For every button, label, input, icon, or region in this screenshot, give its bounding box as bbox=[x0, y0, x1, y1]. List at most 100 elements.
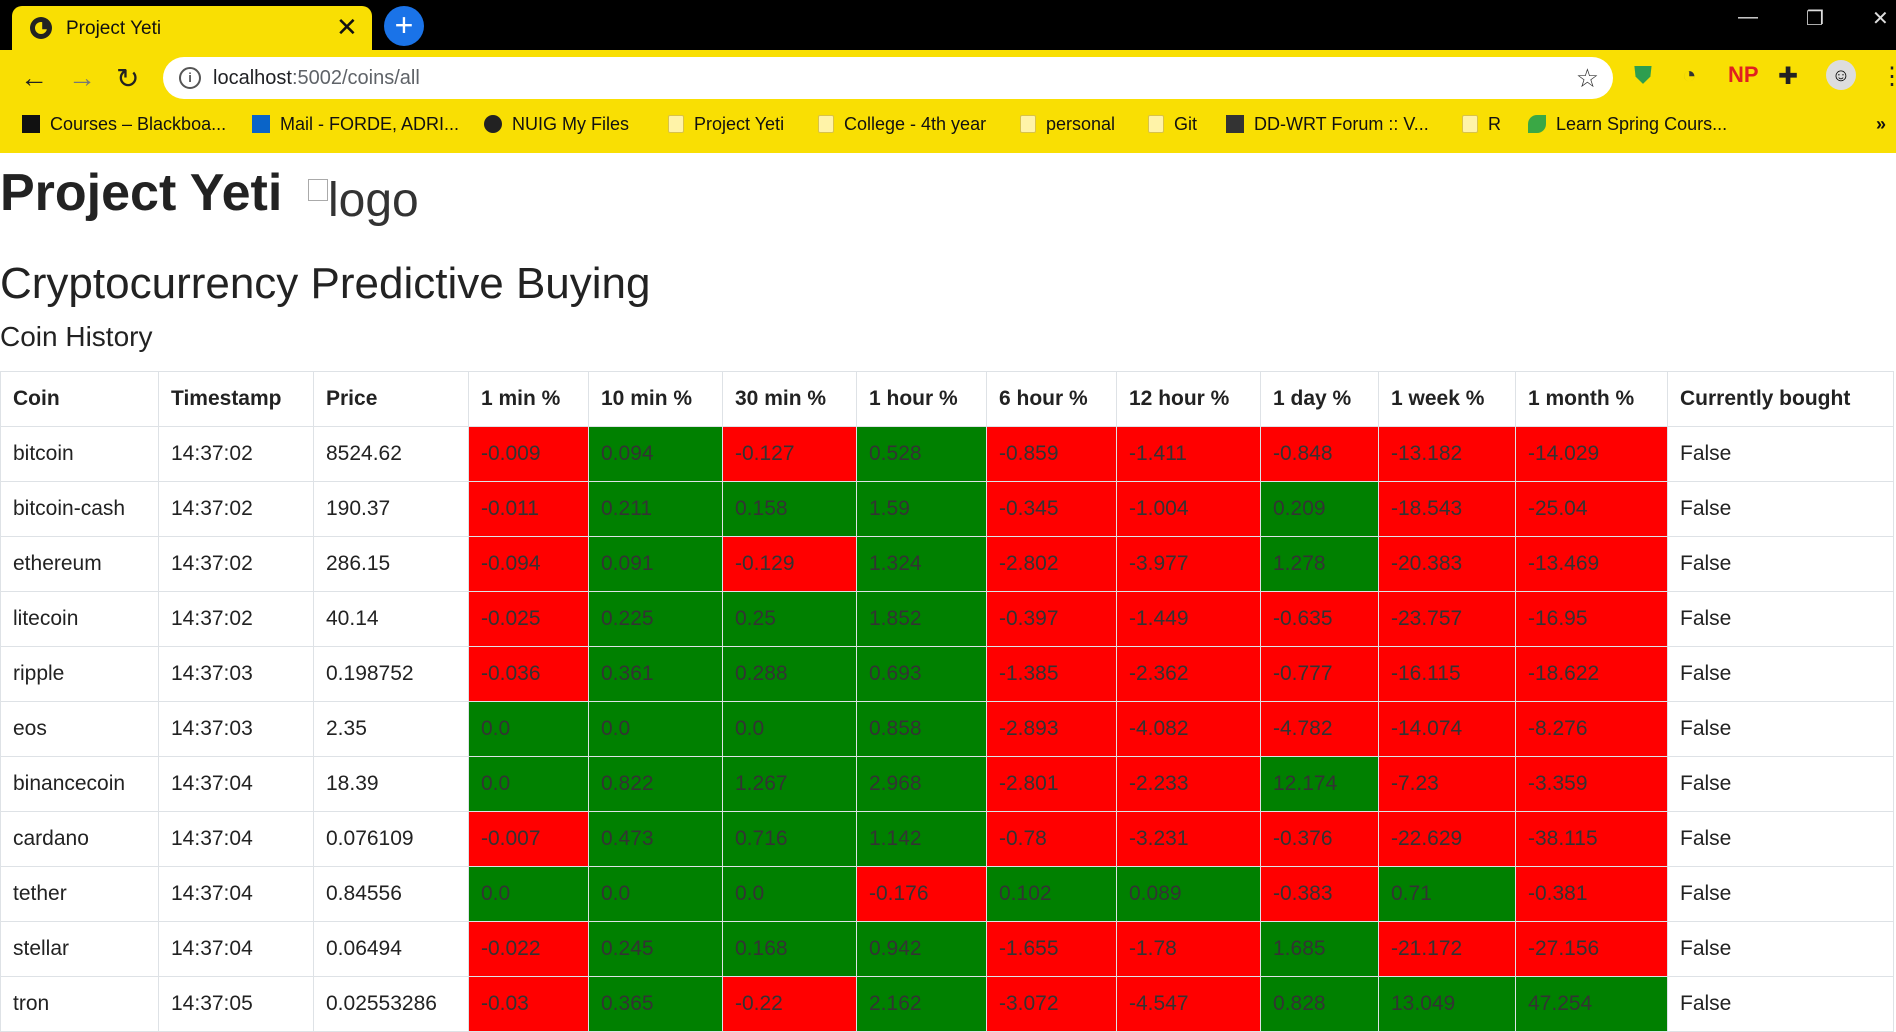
table-cell: 14:37:04 bbox=[158, 811, 314, 867]
restore-icon[interactable]: ❐ bbox=[1806, 6, 1824, 31]
broken-image-icon bbox=[308, 179, 328, 201]
folder-icon bbox=[818, 115, 834, 133]
table-cell: -0.036 bbox=[468, 646, 589, 702]
table-cell: -1.411 bbox=[1116, 426, 1261, 482]
bookmark-r[interactable]: R bbox=[1462, 114, 1501, 135]
bookmark-personal[interactable]: personal bbox=[1020, 114, 1115, 135]
info-icon[interactable]: i bbox=[179, 67, 201, 89]
bookmark-college[interactable]: College - 4th year bbox=[818, 114, 986, 135]
table-cell: 18.39 bbox=[313, 756, 469, 812]
url-text: localhost:5002/coins/all bbox=[213, 67, 420, 89]
table-cell: -0.383 bbox=[1260, 866, 1379, 922]
table-cell: ripple bbox=[0, 646, 159, 702]
column-header: 6 hour % bbox=[986, 371, 1117, 427]
bookmark-project-yeti[interactable]: Project Yeti bbox=[668, 114, 784, 135]
close-window-icon[interactable]: ✕ bbox=[1872, 6, 1889, 31]
table-cell: 190.37 bbox=[313, 481, 469, 537]
folder-icon bbox=[668, 115, 684, 133]
bookmarks-overflow-icon[interactable]: » bbox=[1876, 114, 1886, 135]
column-header: 1 week % bbox=[1378, 371, 1516, 427]
table-cell: bitcoin bbox=[0, 426, 159, 482]
shield-icon[interactable]: ⛊ bbox=[1634, 62, 1652, 90]
back-icon[interactable]: ← bbox=[20, 62, 48, 94]
table-cell: 0.225 bbox=[588, 591, 723, 647]
column-header: 10 min % bbox=[588, 371, 723, 427]
table-cell: 0.076109 bbox=[313, 811, 469, 867]
table-cell: False bbox=[1667, 811, 1894, 867]
bookmark-mail[interactable]: Mail - FORDE, ADRI... bbox=[252, 114, 459, 135]
table-cell: 12.174 bbox=[1260, 756, 1379, 812]
table-cell: 1.852 bbox=[856, 591, 987, 647]
table-row: tether 14:37:04 0.84556 0.0 0.0 0.0 -0.176 0.10… bbox=[0, 866, 1894, 922]
table-cell: 0.0 bbox=[468, 701, 589, 757]
bookmark-git[interactable]: Git bbox=[1148, 114, 1197, 135]
puzzle-icon[interactable]: ✚ bbox=[1778, 62, 1798, 91]
column-header: 1 min % bbox=[468, 371, 589, 427]
tab-project-yeti[interactable]: Project Yeti ✕ bbox=[12, 6, 372, 50]
table-cell: False bbox=[1667, 426, 1894, 482]
np-extension-icon[interactable]: NP bbox=[1728, 62, 1759, 88]
tab-title: Project Yeti bbox=[66, 18, 162, 39]
bookmark-star-icon[interactable]: ☆ bbox=[1576, 63, 1599, 94]
new-tab-button[interactable]: + bbox=[384, 6, 424, 46]
table-cell: 0.158 bbox=[722, 481, 857, 537]
bookmark-nuig[interactable]: NUIG My Files bbox=[484, 114, 629, 135]
bookmark-spring[interactable]: Learn Spring Cours... bbox=[1528, 114, 1727, 135]
table-cell: -0.007 bbox=[468, 811, 589, 867]
table-cell: 0.71 bbox=[1378, 866, 1516, 922]
table-cell: 0.473 bbox=[588, 811, 723, 867]
table-cell: stellar bbox=[0, 921, 159, 977]
table-cell: -1.004 bbox=[1116, 481, 1261, 537]
table-cell: -0.859 bbox=[986, 426, 1117, 482]
table-cell: 0.0 bbox=[468, 866, 589, 922]
close-tab-icon[interactable]: ✕ bbox=[336, 13, 358, 41]
table-cell: -18.622 bbox=[1515, 646, 1668, 702]
table-cell: 14:37:03 bbox=[158, 646, 314, 702]
table-cell: -4.082 bbox=[1116, 701, 1261, 757]
forward-icon[interactable]: → bbox=[68, 62, 96, 94]
table-cell: 0.25 bbox=[722, 591, 857, 647]
ddwrt-icon bbox=[1226, 115, 1244, 133]
bookmark-ddwrt[interactable]: DD-WRT Forum :: V... bbox=[1226, 114, 1429, 135]
table-cell: 13.049 bbox=[1378, 976, 1516, 1032]
table-cell: -2.362 bbox=[1116, 646, 1261, 702]
table-row: litecoin 14:37:02 40.14 -0.025 0.225 0.25 1.85… bbox=[0, 591, 1894, 647]
table-cell: -0.22 bbox=[722, 976, 857, 1032]
folder-icon bbox=[1020, 115, 1036, 133]
table-row: ethereum 14:37:02 286.15 -0.094 0.091 -0.129 1… bbox=[0, 536, 1894, 592]
table-cell: 0.84556 bbox=[313, 866, 469, 922]
bookmark-courses[interactable]: Courses – Blackboa... bbox=[22, 114, 226, 135]
table-cell: 0.716 bbox=[722, 811, 857, 867]
table-cell: False bbox=[1667, 536, 1894, 592]
speedometer-icon[interactable]: ◔ bbox=[1682, 62, 1697, 90]
table-cell: -25.04 bbox=[1515, 481, 1668, 537]
column-header: Coin bbox=[0, 371, 159, 427]
table-cell: -0.03 bbox=[468, 976, 589, 1032]
table-cell: -22.629 bbox=[1378, 811, 1516, 867]
table-cell: 0.822 bbox=[588, 756, 723, 812]
page-title: Project Yeti bbox=[0, 164, 283, 222]
coin-history-table: Coin Timestamp Price 1 min % 10 min % 30 min … bbox=[0, 371, 1894, 1032]
table-cell: 0.094 bbox=[588, 426, 723, 482]
table-cell: -0.176 bbox=[856, 866, 987, 922]
table-cell: -0.011 bbox=[468, 481, 589, 537]
table-cell: 0.168 bbox=[722, 921, 857, 977]
table-row: bitcoin 14:37:02 8524.62 -0.009 0.094 -0.127 0… bbox=[0, 426, 1894, 482]
menu-kebab-icon[interactable]: ⋮ bbox=[1880, 62, 1896, 91]
minimize-icon[interactable]: — bbox=[1738, 6, 1758, 29]
table-header-row: Coin Timestamp Price 1 min % 10 min % 30 min … bbox=[0, 371, 1894, 427]
table-cell: 0.0 bbox=[722, 866, 857, 922]
table-cell: False bbox=[1667, 481, 1894, 537]
table-cell: 0.0 bbox=[588, 701, 723, 757]
table-cell: -13.469 bbox=[1515, 536, 1668, 592]
table-cell: 0.361 bbox=[588, 646, 723, 702]
table-cell: False bbox=[1667, 976, 1894, 1032]
table-cell: -0.129 bbox=[722, 536, 857, 592]
reload-icon[interactable]: ↻ bbox=[116, 62, 139, 95]
table-cell: -23.757 bbox=[1378, 591, 1516, 647]
avatar[interactable]: ☺ bbox=[1826, 60, 1856, 90]
table-cell: 2.162 bbox=[856, 976, 987, 1032]
table-cell: ethereum bbox=[0, 536, 159, 592]
page-subtitle: Cryptocurrency Predictive Buying bbox=[0, 259, 651, 308]
address-bar[interactable]: i localhost:5002/coins/all ☆ bbox=[163, 57, 1613, 99]
